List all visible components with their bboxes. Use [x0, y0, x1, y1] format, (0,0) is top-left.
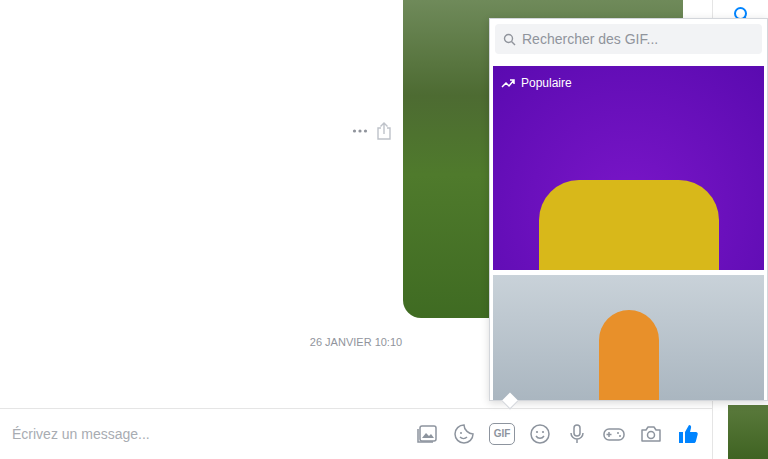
search-icon	[503, 33, 516, 46]
section-label: Populaire	[501, 74, 572, 92]
gif-result[interactable]: Populaire	[493, 66, 764, 270]
composer: GIF	[0, 408, 712, 459]
trending-icon	[501, 78, 515, 88]
message-input[interactable]	[12, 424, 415, 445]
game-icon[interactable]	[602, 422, 626, 446]
emoji-icon[interactable]	[528, 422, 552, 446]
gif-button[interactable]: GIF	[489, 423, 515, 445]
photo-thumbnail[interactable]	[728, 405, 768, 459]
gif-search-input[interactable]	[522, 29, 754, 50]
share-icon[interactable]	[376, 121, 392, 141]
gif-search	[495, 24, 762, 54]
gif-result[interactable]	[493, 275, 764, 400]
message-actions	[352, 121, 392, 141]
camera-icon[interactable]	[639, 422, 663, 446]
composer-toolbar: GIF	[415, 422, 700, 446]
gif-picker: Populaire	[489, 18, 768, 401]
like-icon[interactable]	[676, 422, 700, 446]
sticker-icon[interactable]	[452, 422, 476, 446]
image-icon[interactable]	[415, 422, 439, 446]
more-icon[interactable]	[352, 128, 368, 134]
microphone-icon[interactable]	[565, 422, 589, 446]
